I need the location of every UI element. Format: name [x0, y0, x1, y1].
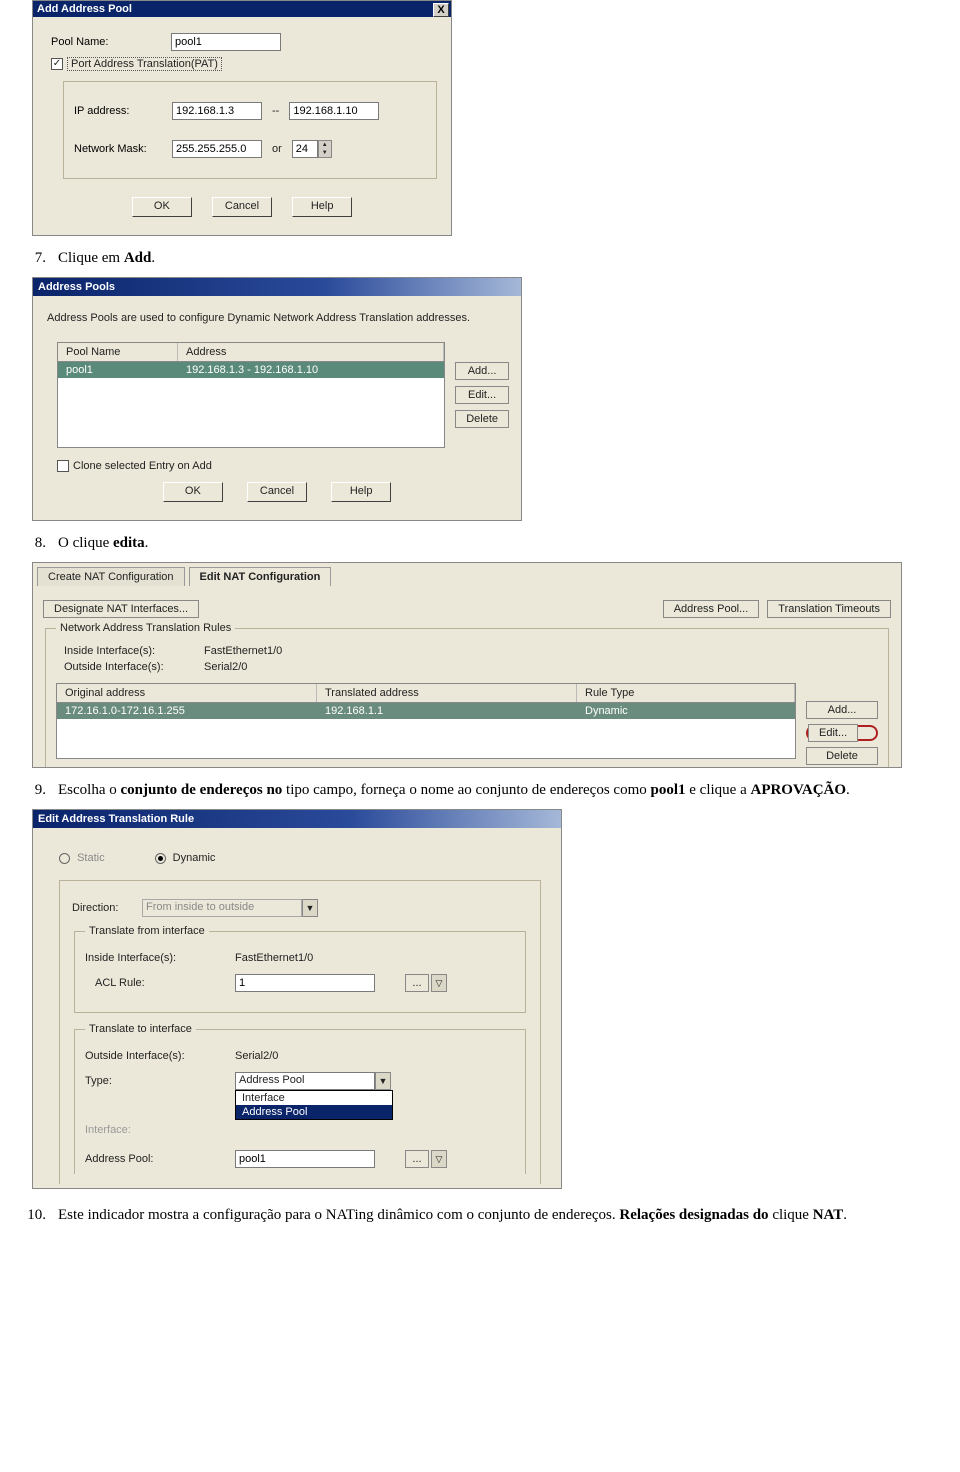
- designate-button[interactable]: Designate NAT Interfaces...: [43, 600, 199, 618]
- chevron-down-icon[interactable]: ▼: [302, 899, 318, 917]
- tabs: Create NAT Configuration Edit NAT Config…: [33, 563, 901, 586]
- outside-value: Serial2/0: [235, 1050, 278, 1062]
- pool-table-header: Pool Name Address: [57, 342, 445, 362]
- pool-browse-button[interactable]: ...: [405, 1150, 429, 1168]
- acl-label: ACL Rule:: [95, 977, 235, 989]
- tab-edit[interactable]: Edit NAT Configuration: [189, 567, 332, 586]
- mask-label: Network Mask:: [74, 143, 172, 155]
- outside-value: Serial2/0: [204, 661, 247, 673]
- acl-browse-button[interactable]: ...: [405, 974, 429, 992]
- step-number: 9.: [20, 782, 46, 799]
- ip-label: IP address:: [74, 105, 172, 117]
- chevron-down-icon[interactable]: ▽: [431, 974, 447, 992]
- rules-group-title: Network Address Translation Rules: [56, 622, 235, 634]
- inside-value: FastEthernet1/0: [204, 645, 282, 657]
- edit-button[interactable]: Edit...: [808, 724, 858, 742]
- step-7: 7. Clique em Add.: [20, 250, 960, 267]
- acl-input[interactable]: [235, 974, 375, 992]
- col-name: Pool Name: [58, 343, 178, 361]
- option-address-pool[interactable]: Address Pool: [236, 1105, 392, 1119]
- chevron-down-icon[interactable]: ▼: [375, 1072, 391, 1090]
- ip-from-input[interactable]: [172, 102, 262, 120]
- ok-button[interactable]: OK: [163, 482, 223, 502]
- step-8: 8. O clique edita.: [20, 535, 960, 552]
- chevron-down-icon[interactable]: ▽: [431, 1150, 447, 1168]
- inside-value: FastEthernet1/0: [235, 952, 313, 964]
- static-radio[interactable]: Static: [59, 852, 105, 864]
- address-pool-button[interactable]: Address Pool...: [663, 600, 760, 618]
- outside-label: Outside Interface(s):: [64, 661, 204, 673]
- pool-name-label: Pool Name:: [51, 36, 171, 48]
- clone-label: Clone selected Entry on Add: [73, 460, 212, 472]
- edit-nat-config-panel: Create NAT Configuration Edit NAT Config…: [32, 562, 902, 768]
- translate-to-title: Translate to interface: [85, 1023, 196, 1035]
- translate-from-title: Translate from interface: [85, 925, 209, 937]
- translation-timeouts-button[interactable]: Translation Timeouts: [767, 600, 891, 618]
- step-9: 9. Escolha o conjunto de endereços no ti…: [20, 782, 960, 799]
- edit-button-highlight: Edit...: [806, 725, 878, 741]
- col-type: Rule Type: [577, 684, 795, 702]
- col-orig: Original address: [57, 684, 317, 702]
- col-tran: Translated address: [317, 684, 577, 702]
- delete-button[interactable]: Delete: [806, 747, 878, 765]
- type-label: Type:: [85, 1075, 235, 1087]
- pat-checkbox[interactable]: ✓: [51, 58, 63, 70]
- pool-name-input[interactable]: [171, 33, 281, 51]
- type-dropdown-list[interactable]: Interface Address Pool: [235, 1090, 393, 1120]
- address-pool-label: Address Pool:: [85, 1153, 235, 1165]
- dialog-title: Address Pools: [33, 278, 521, 296]
- direction-select[interactable]: From inside to outside: [142, 899, 302, 917]
- dialog-title: Add Address Pool: [33, 1, 451, 17]
- bits-input[interactable]: [292, 140, 318, 158]
- address-pools-dialog: Address Pools Address Pools are used to …: [32, 277, 522, 521]
- radio-icon: [155, 853, 166, 864]
- close-icon[interactable]: X: [433, 3, 449, 17]
- or-label: or: [272, 143, 282, 155]
- col-address: Address: [178, 343, 444, 361]
- clone-checkbox[interactable]: [57, 460, 69, 472]
- type-select[interactable]: Address Pool: [235, 1072, 375, 1090]
- outside-label: Outside Interface(s):: [85, 1050, 235, 1062]
- rules-table-body[interactable]: 172.16.1.0-172.16.1.255 192.168.1.1 Dyna…: [56, 703, 796, 759]
- table-row[interactable]: 172.16.1.0-172.16.1.255 192.168.1.1 Dyna…: [57, 703, 795, 719]
- help-button[interactable]: Help: [292, 197, 352, 217]
- dynamic-radio[interactable]: Dynamic: [155, 852, 216, 864]
- tab-create[interactable]: Create NAT Configuration: [37, 567, 185, 586]
- edit-translation-rule-dialog: Edit Address Translation Rule Static Dyn…: [32, 809, 562, 1189]
- step-number: 10.: [20, 1207, 46, 1224]
- add-button[interactable]: Add...: [455, 362, 509, 380]
- radio-icon: [59, 853, 70, 864]
- title-text: Add Address Pool: [37, 3, 132, 15]
- bits-spinner[interactable]: ▲▼: [318, 140, 332, 158]
- step-10: 10. Este indicador mostra a configuração…: [20, 1207, 960, 1224]
- intro-text: Address Pools are used to configure Dyna…: [33, 296, 521, 328]
- rules-table-header: Original address Translated address Rule…: [56, 683, 796, 703]
- inside-label: Inside Interface(s):: [85, 952, 235, 964]
- ip-dash: --: [272, 105, 279, 117]
- step-number: 7.: [20, 250, 46, 267]
- ip-to-input[interactable]: [289, 102, 379, 120]
- edit-button[interactable]: Edit...: [455, 386, 509, 404]
- interface-label: Interface:: [85, 1124, 235, 1136]
- cancel-button[interactable]: Cancel: [212, 197, 272, 217]
- address-pool-input[interactable]: [235, 1150, 375, 1168]
- delete-button[interactable]: Delete: [455, 410, 509, 428]
- pool-table-body[interactable]: pool1 192.168.1.3 - 192.168.1.10: [57, 362, 445, 448]
- pat-label: Port Address Translation(PAT): [67, 57, 222, 71]
- table-row[interactable]: pool1 192.168.1.3 - 192.168.1.10: [58, 362, 444, 378]
- add-address-pool-dialog: Add Address Pool X Pool Name: ✓ Port Add…: [32, 0, 452, 236]
- dialog-title: Edit Address Translation Rule: [33, 810, 561, 828]
- option-interface[interactable]: Interface: [236, 1091, 392, 1105]
- help-button[interactable]: Help: [331, 482, 391, 502]
- mask-input[interactable]: [172, 140, 262, 158]
- cancel-button[interactable]: Cancel: [247, 482, 307, 502]
- direction-label: Direction:: [72, 902, 142, 914]
- add-button[interactable]: Add...: [806, 701, 878, 719]
- inside-label: Inside Interface(s):: [64, 645, 204, 657]
- ok-button[interactable]: OK: [132, 197, 192, 217]
- step-number: 8.: [20, 535, 46, 552]
